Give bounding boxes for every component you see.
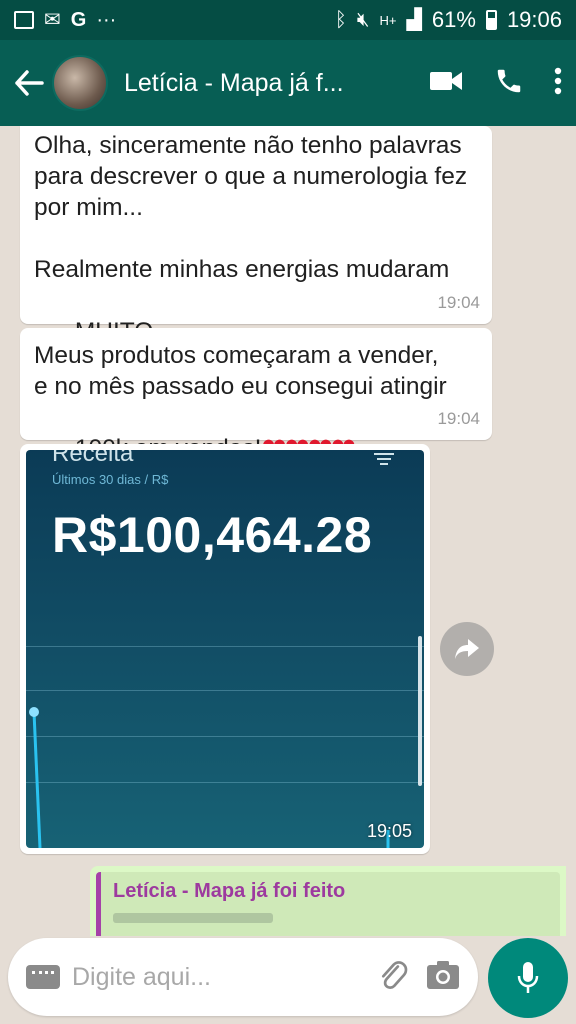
keyboard-icon[interactable] [26, 965, 60, 989]
video-call-icon[interactable] [430, 70, 464, 97]
revenue-screenshot[interactable]: Receita Últimos 30 dias / R$ R$100,464.2… [26, 450, 424, 848]
network-type: H+ [379, 12, 397, 28]
message-line [34, 223, 478, 254]
quoted-text-preview [113, 913, 273, 923]
status-bar: ✉ G ··· ᛒ 🔇︎ H+ ▟ 61% 19:06 [0, 0, 576, 40]
more-vert-icon[interactable] [554, 67, 562, 100]
bluetooth-icon: ᛒ [334, 9, 347, 31]
clock: 19:06 [506, 7, 562, 32]
attach-icon[interactable] [378, 958, 408, 997]
screenshot-scrollbar [418, 636, 422, 786]
contact-name[interactable]: Letícia - Mapa já f... [124, 69, 364, 98]
message-input-placeholder[interactable]: Digite aqui... [72, 963, 378, 992]
battery-icon [485, 10, 497, 30]
incoming-message-1[interactable]: Olha, sinceramente não tenho palavras pa… [20, 126, 492, 380]
avatar[interactable] [52, 55, 108, 111]
composer-bar: Digite aqui... [0, 936, 576, 1024]
outgoing-message[interactable]: Letícia - Mapa já foi feito [90, 866, 566, 936]
chat-header: Letícia - Mapa já f... [0, 40, 576, 126]
mute-icon: 🔇︎ [356, 9, 370, 31]
message-line: Olha, sinceramente não tenho palavras [34, 132, 462, 159]
message-time: 19:04 [437, 293, 480, 312]
mic-button[interactable] [488, 938, 568, 1018]
more-icon: ··· [96, 9, 117, 31]
signal-icon: ▟ [406, 9, 422, 31]
message-time: 19:04 [437, 409, 480, 428]
revenue-line-graph [29, 707, 390, 848]
forward-icon[interactable] [440, 622, 494, 676]
google-icon: G [70, 9, 87, 31]
graph-point [29, 707, 39, 717]
graph-line [32, 711, 42, 848]
status-bar-left: ✉ G ··· [14, 10, 116, 30]
message-line: por mim... [34, 194, 143, 221]
chat-area[interactable]: Olha, sinceramente não tenho palavras pa… [0, 126, 576, 936]
mic-icon [517, 962, 539, 993]
gmail-icon: ✉ [44, 9, 61, 31]
quoted-message[interactable]: Letícia - Mapa já foi feito [96, 872, 560, 936]
quoted-contact-name: Letícia - Mapa já foi feito [113, 880, 346, 902]
header-actions [430, 66, 562, 101]
battery-percent: 61% [431, 7, 476, 32]
back-arrow-icon[interactable] [6, 40, 52, 126]
status-bar-right: ᛒ 🔇︎ H+ ▟ 61% 19:06 [335, 7, 562, 33]
camera-icon[interactable] [426, 960, 460, 995]
message-line: Meus produtos começaram a vender, [34, 342, 439, 369]
image-message[interactable]: Receita Últimos 30 dias / R$ R$100,464.2… [20, 444, 430, 854]
incoming-message-2[interactable]: Meus produtos começaram a vender, e no m… [20, 328, 492, 465]
message-input[interactable]: Digite aqui... [8, 938, 478, 1016]
message-line: Realmente minhas energias mudaram [34, 256, 450, 283]
message-line: para descrever o que a numerologia fez [34, 163, 468, 190]
message-line: e no mês passado eu consegui atingir [34, 373, 447, 400]
message-time: 19:05 [366, 821, 412, 841]
gallery-icon [14, 11, 34, 29]
phone-icon[interactable] [494, 66, 524, 101]
